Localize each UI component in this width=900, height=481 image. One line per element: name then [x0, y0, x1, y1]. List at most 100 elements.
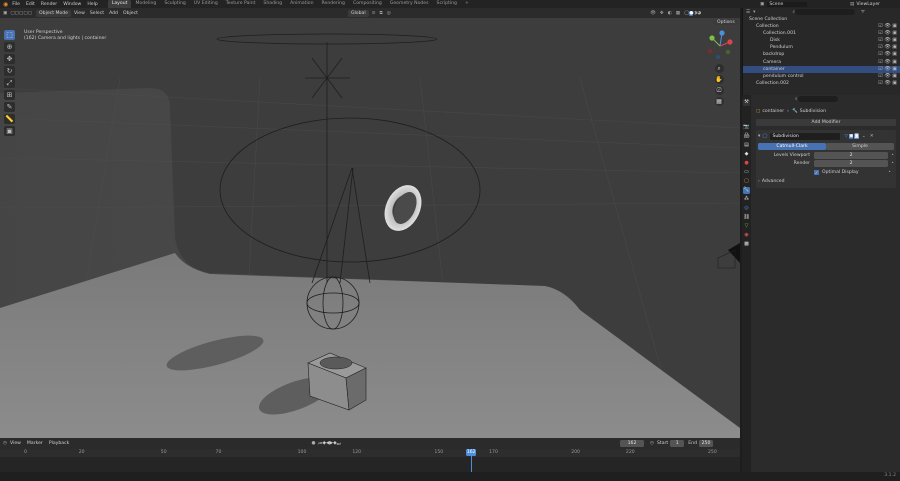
physics-tab-icon[interactable]: ◎	[743, 205, 750, 212]
menu-object[interactable]: Object	[123, 11, 138, 16]
view-layer-name[interactable]: ViewLayer	[856, 2, 880, 7]
tab-simple[interactable]: Simple	[826, 143, 894, 150]
scene-name[interactable]: Scene	[767, 1, 808, 7]
zoom-icon[interactable]: ⌕	[714, 64, 724, 73]
visibility-toggles-icon[interactable]: ☑ 👁 ▣	[878, 73, 897, 80]
outliner-row[interactable]: Camera ☑ 👁 ▣	[743, 59, 900, 66]
keyframe-dot-icon[interactable]: •	[891, 161, 894, 166]
visibility-toggles-icon[interactable]: ☑ 👁 ▣	[878, 66, 897, 73]
current-frame-field[interactable]: 162	[620, 440, 644, 447]
options-dropdown[interactable]: Options	[714, 19, 740, 26]
menu-help[interactable]: Help	[87, 2, 97, 7]
preview-range-icon[interactable]: ◷	[650, 441, 654, 446]
outliner-row[interactable]: Disk ☑ 👁 ▣	[743, 37, 900, 44]
visibility-toggles-icon[interactable]: ☑ 👁 ▣	[878, 30, 897, 37]
view-layer-selector[interactable]: ▤ ViewLayer	[850, 0, 880, 8]
proportional-edit-icon[interactable]: ◎	[387, 11, 391, 16]
auto-key-icon[interactable]: ●	[311, 441, 315, 446]
visibility-toggles-icon[interactable]: ☑ 👁 ▣	[878, 23, 897, 30]
texture-tab-icon[interactable]: ▩	[743, 241, 750, 248]
menu-window[interactable]: Window	[63, 2, 81, 7]
tool-tab-icon[interactable]: ⚒	[743, 99, 750, 106]
camera-view-icon[interactable]: ⎚	[714, 86, 724, 95]
output-tab-icon[interactable]: 🖨	[743, 133, 750, 140]
timeline-menu-marker[interactable]: Marker	[27, 441, 43, 446]
overlay-icon[interactable]: ◐	[668, 11, 672, 16]
add-cube-tool-icon[interactable]: ▣	[4, 126, 15, 136]
outliner-row[interactable]: Collection ☑ 👁 ▣	[743, 23, 900, 30]
tab-texture-paint[interactable]: Texture Paint	[222, 0, 260, 8]
dropdown-chevron-icon[interactable]: ⌄	[862, 134, 866, 139]
move-tool-icon[interactable]: ✥	[4, 54, 15, 64]
playhead[interactable]: 162	[466, 449, 477, 456]
levels-viewport-field[interactable]: 2	[814, 152, 889, 159]
menu-edit[interactable]: Edit	[26, 2, 35, 7]
tab-sculpting[interactable]: Sculpting	[160, 0, 189, 8]
frame-ruler[interactable]: 0 20 50 70 100 120 150 170 200 220 250	[0, 449, 740, 457]
outliner-row[interactable]: pendulum control ☑ 👁 ▣	[743, 73, 900, 80]
scene-selector[interactable]: ▣ Scene	[760, 0, 808, 8]
properties-search-input[interactable]	[797, 96, 838, 102]
gizmo-icon[interactable]: ✥	[660, 11, 664, 16]
visibility-toggles-icon[interactable]: ☑ 👁 ▣	[878, 80, 897, 87]
start-frame-field[interactable]: 1	[670, 440, 685, 447]
transform-tool-icon[interactable]: ⊞	[4, 90, 15, 100]
world-tab-icon[interactable]: ●	[743, 160, 750, 167]
pan-hand-icon[interactable]: ✋	[714, 75, 724, 84]
rendered-shading-icon[interactable]: ◕	[697, 11, 701, 16]
select-mode-icons[interactable]: ▢▢▢▢▢	[10, 11, 32, 16]
menu-file[interactable]: File	[12, 2, 20, 7]
view-layer-tab-icon[interactable]: ▤	[743, 142, 750, 149]
blender-logo-icon[interactable]: ◉	[3, 1, 8, 8]
visibility-toggles-icon[interactable]: ☑ 👁 ▣	[878, 51, 897, 58]
keyframe-dot-icon[interactable]: •	[888, 170, 891, 175]
xray-icon[interactable]: ▦	[676, 11, 680, 16]
constraints-tab-icon[interactable]: ⛓	[743, 214, 750, 221]
visibility-toggles-icon[interactable]: ☑ 👁 ▣	[878, 44, 897, 51]
tab-catmull-clark[interactable]: Catmull-Clark	[758, 143, 826, 150]
outliner-row[interactable]: container ☑ 👁 ▣	[743, 65, 900, 73]
add-workspace-button[interactable]: +	[461, 0, 473, 8]
orientation-dropdown[interactable]: Global	[347, 9, 369, 17]
cursor-tool-icon[interactable]: ⊕	[4, 42, 15, 52]
playback-dropdown[interactable]: Playback	[49, 441, 70, 446]
filter-icon[interactable]: ⛛	[861, 9, 865, 15]
remove-modifier-icon[interactable]: ✕	[870, 134, 874, 139]
menu-select[interactable]: Select	[90, 11, 104, 16]
select-box-tool-icon[interactable]: ⬚	[4, 30, 15, 40]
menu-add[interactable]: Add	[109, 11, 118, 16]
tab-scripting[interactable]: Scripting	[433, 0, 461, 8]
end-frame-field[interactable]: 250	[698, 440, 713, 447]
object-mode-dropdown[interactable]: Object Mode	[36, 9, 71, 17]
keyframe-dot-icon[interactable]: •	[891, 153, 894, 158]
tab-rendering[interactable]: Rendering	[318, 0, 349, 8]
menu-render[interactable]: Render	[41, 2, 57, 7]
modifier-name-field[interactable]: Subdivision	[770, 132, 841, 140]
expand-chevron-icon[interactable]: ›	[758, 179, 760, 184]
3d-viewport[interactable]: User Perspective (162) Camera and lights…	[0, 18, 740, 438]
snap-icon[interactable]: ⧉	[379, 10, 382, 16]
collection-tab-icon[interactable]: ▭	[743, 169, 750, 176]
measure-tool-icon[interactable]: 📏	[4, 114, 15, 124]
visibility-icon[interactable]: 👁	[650, 11, 656, 16]
modifier-tab-icon[interactable]: 🔧	[743, 187, 750, 194]
tab-compositing[interactable]: Compositing	[349, 0, 386, 8]
advanced-subpanel[interactable]: › Advanced	[758, 179, 894, 184]
render-tab-icon[interactable]: 📷	[743, 124, 750, 131]
tab-animation[interactable]: Animation	[286, 0, 317, 8]
tab-geometry-nodes[interactable]: Geometry Nodes	[386, 0, 433, 8]
viewport-toggle-icon[interactable]: ▣	[849, 133, 854, 139]
perspective-toggle-icon[interactable]: ▦	[714, 97, 724, 106]
outliner-row[interactable]: backdrop ☑ 👁 ▣	[743, 51, 900, 58]
tab-shading[interactable]: Shading	[259, 0, 286, 8]
visibility-toggles-icon[interactable]: ☑ 👁 ▣	[878, 59, 897, 66]
outliner-row[interactable]: Collection.002 ☑ 👁 ▣	[743, 80, 900, 87]
pivot-icon[interactable]: ⊙	[372, 11, 376, 16]
rotate-tool-icon[interactable]: ↻	[4, 66, 15, 76]
optimal-display-checkbox[interactable]: ✓	[814, 170, 819, 175]
render-toggle-icon[interactable]: ◙	[854, 133, 859, 139]
add-modifier-button[interactable]: Add Modifier	[756, 119, 896, 126]
material-tab-icon[interactable]: ◉	[743, 232, 750, 239]
menu-view[interactable]: View	[74, 11, 85, 16]
jump-end-icon[interactable]: ⏭	[337, 441, 341, 447]
